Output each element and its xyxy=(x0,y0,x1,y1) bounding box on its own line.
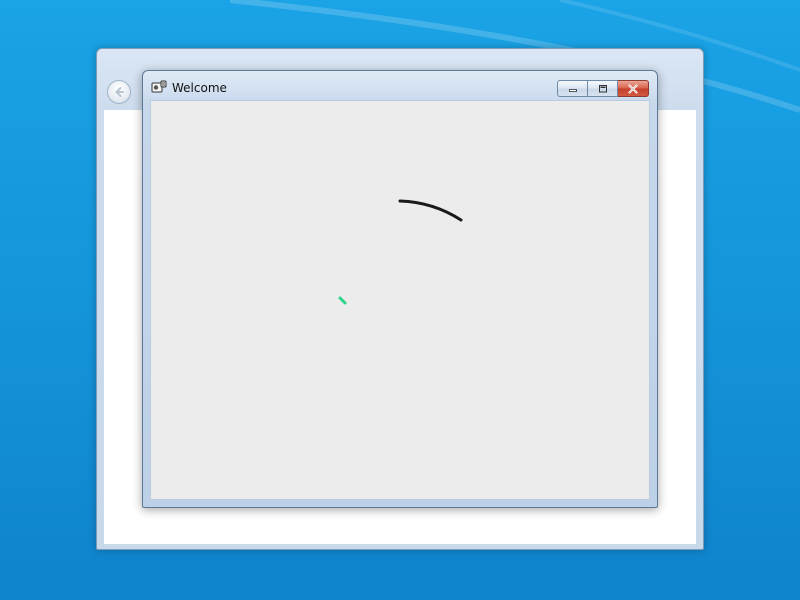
back-button[interactable] xyxy=(107,80,131,104)
maximize-icon xyxy=(598,84,607,92)
window-title: Welcome xyxy=(172,81,227,95)
app-icon xyxy=(151,80,167,93)
back-arrow-icon xyxy=(115,87,124,97)
caption-buttons xyxy=(557,80,649,98)
close-button[interactable] xyxy=(618,80,649,97)
loading-animation xyxy=(338,199,463,305)
minimize-button[interactable] xyxy=(557,80,587,97)
close-icon xyxy=(628,83,638,94)
title-bar[interactable]: Welcome xyxy=(143,71,657,99)
maximize-button[interactable] xyxy=(587,80,618,97)
loading-arc xyxy=(398,199,463,222)
minimize-icon xyxy=(568,88,577,92)
desktop: Welcome xyxy=(0,0,800,600)
loading-dot xyxy=(338,296,347,305)
welcome-window: Welcome xyxy=(142,70,658,508)
window-client-area xyxy=(150,100,650,500)
